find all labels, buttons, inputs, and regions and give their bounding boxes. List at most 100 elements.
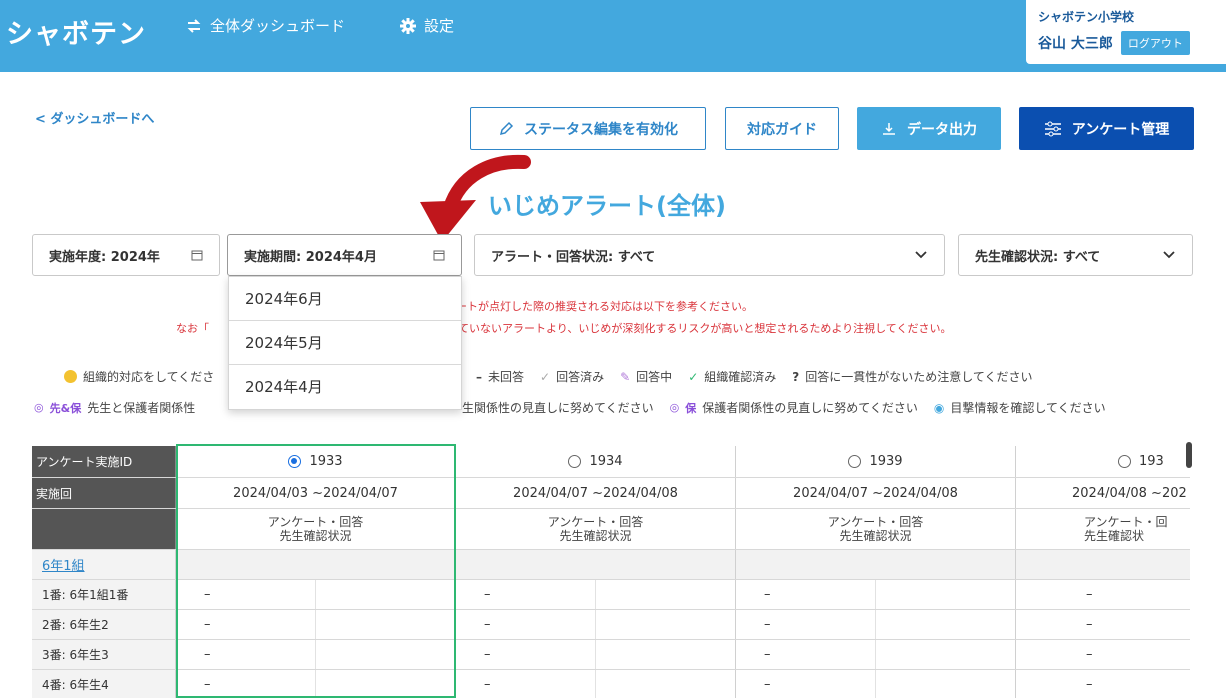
- teacher-status[interactable]: [316, 610, 456, 639]
- status-header-line2: 先生確認状況: [839, 529, 912, 543]
- teacher-status[interactable]: [316, 670, 456, 698]
- data-export-button[interactable]: データ出力: [857, 107, 1001, 150]
- response-guide-button[interactable]: 対応ガイド: [725, 107, 839, 150]
- survey-column-1933[interactable]: 1933: [176, 446, 456, 477]
- answer-status: –: [736, 640, 876, 669]
- survey-management-label: アンケート管理: [1071, 121, 1170, 138]
- teacher-status[interactable]: [596, 670, 736, 698]
- survey-management-button[interactable]: アンケート管理: [1019, 107, 1194, 150]
- nav-dashboard[interactable]: 全体ダッシュボード: [186, 15, 345, 36]
- legend-parent-tag: 保: [685, 401, 697, 415]
- legend-org-confirmed-label: 組織確認済み: [704, 370, 777, 384]
- status-cell: –: [176, 640, 456, 669]
- legend-in-progress-label: 回答中: [636, 370, 673, 384]
- teacher-status[interactable]: [316, 580, 456, 609]
- table-row: 2番: 6年生2 – – – –: [32, 610, 1190, 640]
- answer-status: –: [1086, 617, 1093, 632]
- yellow-dot-icon: [64, 370, 77, 383]
- period-filter[interactable]: 実施期間: 2024年4月: [227, 234, 462, 276]
- survey-id-label: 1933: [309, 454, 343, 469]
- period-option-may[interactable]: 2024年5月: [229, 321, 461, 365]
- eye-icon: ◉: [933, 400, 945, 415]
- status-cell: –: [176, 670, 456, 698]
- alert-status-filter[interactable]: アラート・回答状況: すべて: [474, 234, 945, 276]
- answer-status: –: [1086, 587, 1093, 602]
- app-logo[interactable]: シャボテン: [6, 12, 146, 51]
- radio-icon[interactable]: [848, 455, 862, 468]
- radio-icon[interactable]: [1118, 455, 1131, 468]
- status-cell: –: [1016, 670, 1190, 698]
- survey-column-1939[interactable]: 1939: [736, 446, 1016, 477]
- chevron-down-icon: [1163, 251, 1175, 259]
- status-header-cell: アンケート・回 先生確認状: [1016, 509, 1190, 549]
- alert-status-filter-label: アラート・回答状況: すべて: [491, 249, 656, 265]
- teacher-status[interactable]: [876, 580, 1016, 609]
- answer-status: –: [456, 640, 596, 669]
- student-label: 1番: 6年1組1番: [32, 580, 176, 609]
- teacher-status[interactable]: [596, 640, 736, 669]
- swap-icon: [187, 18, 201, 33]
- enable-status-edit-button[interactable]: ステータス編集を有効化: [470, 107, 706, 150]
- status-header-line1: アンケート・回: [1084, 515, 1168, 529]
- teacher-status[interactable]: [876, 670, 1016, 698]
- nav-settings[interactable]: 設定: [400, 15, 454, 36]
- user-box: シャボテン小学校 谷山 大三郎 ログアウト: [1026, 0, 1226, 64]
- back-to-dashboard-link[interactable]: < ダッシュボードへ: [35, 108, 154, 127]
- class-blank-cell: [456, 550, 736, 579]
- answer-status: –: [176, 670, 316, 698]
- class-link[interactable]: 6年1組: [42, 555, 85, 574]
- logout-button[interactable]: ログアウト: [1120, 31, 1190, 55]
- answer-status: –: [176, 610, 316, 639]
- status-cell: –: [736, 610, 1016, 639]
- enable-status-edit-label: ステータス編集を有効化: [524, 121, 678, 138]
- notice-line-2-prefix: なお「: [176, 322, 209, 335]
- check-gray-icon: ✓: [540, 369, 551, 384]
- radio-selected-icon[interactable]: [288, 455, 302, 468]
- answer-status: –: [1086, 647, 1093, 662]
- teacher-status[interactable]: [596, 580, 736, 609]
- student-label: 4番: 6年生4: [32, 670, 176, 698]
- status-cell: –: [1016, 580, 1190, 609]
- download-icon: [883, 122, 895, 135]
- legend-in-progress: ✎ 回答中: [620, 368, 672, 385]
- status-header-line2: 先生確認状: [1084, 529, 1145, 543]
- legend-unanswered: – 未回答: [476, 368, 524, 385]
- data-export-label: データ出力: [907, 121, 977, 138]
- period-option-april[interactable]: 2024年4月: [229, 365, 461, 409]
- period-filter-label: 実施期間: 2024年4月: [244, 249, 377, 265]
- period-option-june[interactable]: 2024年6月: [229, 277, 461, 321]
- class-blank-cell: [1016, 550, 1190, 579]
- check-green-icon: ✓: [688, 369, 699, 384]
- legend-row-2-right: 生関係性の見直しに努めてください ◎ 保 保護者関係性の見直しに努めてください …: [462, 399, 1122, 416]
- legend-row-1-right: い – 未回答 ✓ 回答済み ✎ 回答中 ✓ 組織確認済み ? 回答に一貫性がな…: [448, 368, 1049, 385]
- status-header-cell: アンケート・回答 先生確認状況: [456, 509, 736, 549]
- answer-status: –: [456, 610, 596, 639]
- radio-icon[interactable]: [568, 455, 582, 468]
- teacher-status-filter[interactable]: 先生確認状況: すべて: [958, 234, 1193, 276]
- teacher-status[interactable]: [316, 640, 456, 669]
- pencil-icon: [499, 121, 514, 135]
- pencil-purple-icon: ✎: [620, 369, 631, 384]
- status-cell: –: [176, 580, 456, 609]
- relationship-badge-icon: ◎: [34, 401, 44, 414]
- status-header-cell: アンケート・回答 先生確認状況: [736, 509, 1016, 549]
- status-cell: –: [456, 640, 736, 669]
- period-cell: 2024/04/07 ~2024/04/08: [736, 478, 1016, 508]
- teacher-status[interactable]: [596, 610, 736, 639]
- legend-inconsistent: ? 回答に一貫性がないため注意してください: [792, 368, 1032, 385]
- teacher-status[interactable]: [876, 610, 1016, 639]
- survey-column-1934[interactable]: 1934: [456, 446, 736, 477]
- survey-column-partial[interactable]: 193: [1016, 446, 1190, 477]
- legend-parent: ◎ 保 保護者関係性の見直しに努めてください: [670, 399, 918, 416]
- legend-org-response: 組織的対応をしてくださ: [64, 368, 214, 385]
- year-filter[interactable]: 実施年度: 2024年: [32, 234, 220, 276]
- table-scrollbar[interactable]: [1186, 442, 1192, 468]
- survey-id-label: 1934: [589, 454, 623, 469]
- legend-teacher-label: 生関係性の見直しに努めてください: [462, 401, 654, 415]
- legend-witness: ◉ 目撃情報を確認してください: [934, 399, 1106, 416]
- answer-status: –: [456, 580, 596, 609]
- chevron-down-icon: [915, 251, 927, 259]
- teacher-status[interactable]: [876, 640, 1016, 669]
- table-header-row: アンケート実施ID 1933 1934 1939 193: [32, 446, 1190, 478]
- answer-status: –: [736, 670, 876, 698]
